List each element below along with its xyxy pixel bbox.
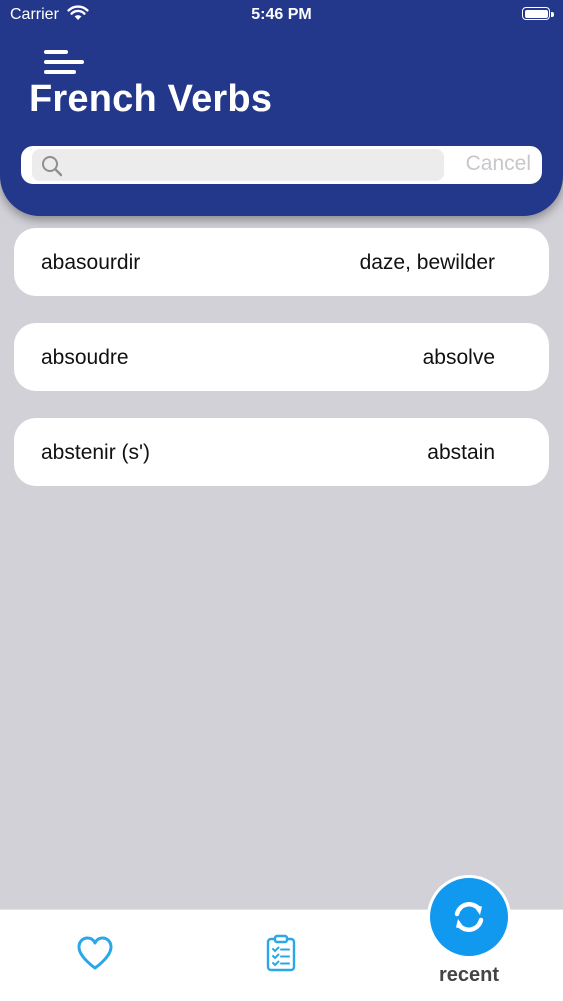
- search-field[interactable]: [32, 149, 444, 183]
- verb-english: abstain: [427, 441, 495, 464]
- status-bar: Carrier 5:46 PM: [0, 0, 563, 30]
- cancel-button[interactable]: Cancel: [459, 152, 531, 176]
- verb-french: abasourdir: [41, 251, 141, 274]
- battery-icon: [522, 7, 554, 20]
- tab-recent-label[interactable]: recent: [420, 964, 518, 987]
- status-time: 5:46 PM: [251, 6, 312, 23]
- search-icon: [42, 156, 63, 177]
- verb-english: daze, bewilder: [359, 251, 495, 274]
- hamburger-menu-icon[interactable]: [44, 48, 88, 78]
- clipboard-checklist-icon[interactable]: [265, 934, 297, 972]
- recent-button[interactable]: [430, 878, 508, 956]
- verb-french: absoudre: [41, 346, 129, 369]
- verb-french: abstenir (s'): [41, 441, 151, 464]
- verb-row[interactable]: abstenir (s') abstain: [14, 418, 549, 486]
- verb-row[interactable]: absoudre absolve: [14, 323, 549, 391]
- search-bar: Cancel: [21, 146, 542, 184]
- verb-english: absolve: [422, 346, 495, 369]
- header: Carrier 5:46 PM French Verbs Cancel: [0, 0, 563, 216]
- heart-icon[interactable]: [76, 934, 114, 972]
- refresh-icon: [454, 902, 484, 932]
- search-input[interactable]: [72, 149, 442, 183]
- verb-row[interactable]: abasourdir daze, bewilder: [14, 228, 549, 296]
- page-title: French Verbs: [29, 78, 273, 120]
- verb-list: abasourdir daze, bewilder absoudre absol…: [14, 228, 549, 513]
